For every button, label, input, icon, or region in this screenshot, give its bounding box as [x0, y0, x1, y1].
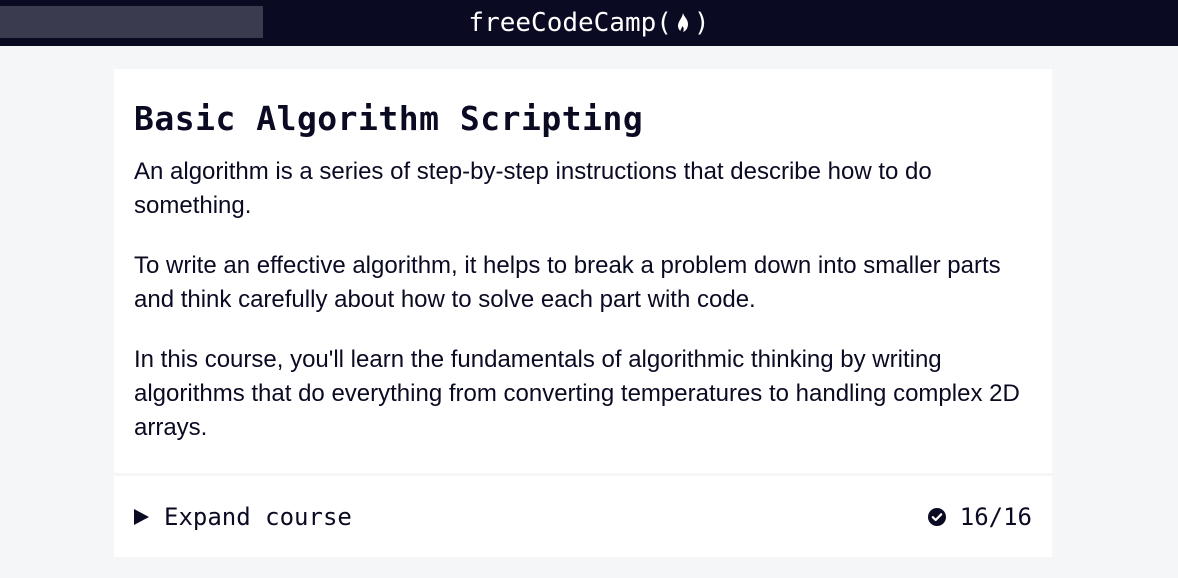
logo-prefix: freeCodeCamp(	[468, 8, 672, 38]
course-title: Basic Algorithm Scripting	[134, 99, 644, 138]
flame-icon	[677, 13, 688, 32]
logo-suffix: )	[693, 8, 710, 38]
expand-course-label: Expand course	[164, 503, 352, 531]
check-circle-icon	[927, 508, 946, 526]
course-progress: 16/16	[927, 500, 1032, 534]
course-description-1: An algorithm is a series of step-by-step…	[134, 158, 932, 219]
progress-count: 16/16	[959, 503, 1032, 531]
course-description-3: In this course, you'll learn the fundame…	[134, 346, 1020, 441]
top-navbar: freeCodeCamp( )	[0, 0, 1178, 46]
course-card: Basic Algorithm Scripting An algorithm i…	[114, 69, 1052, 473]
course-footer: Expand course 16/16	[114, 476, 1052, 557]
caret-right-icon	[134, 509, 149, 525]
expand-course-button[interactable]: Expand course	[134, 500, 352, 534]
course-description-2: To write an effective algorithm, it help…	[134, 252, 1001, 313]
freecodecamp-logo[interactable]: freeCodeCamp( )	[0, 0, 1178, 46]
